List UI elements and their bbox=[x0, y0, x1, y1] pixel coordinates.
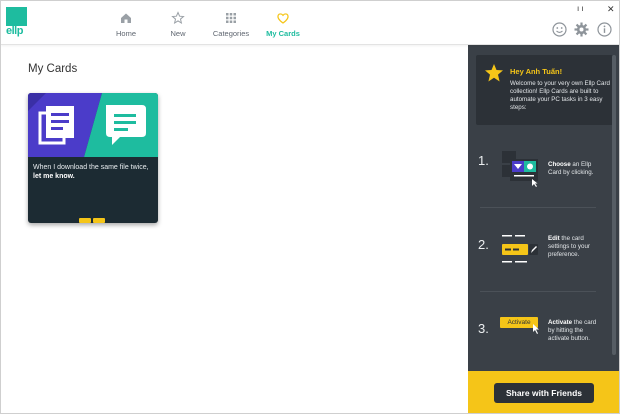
step-description: Activate the card by hitting the activat… bbox=[548, 319, 602, 343]
nav-new-label: New bbox=[170, 29, 186, 38]
step-description: Edit the card settings to your preferenc… bbox=[548, 235, 602, 259]
nav-categories-label: Categories bbox=[212, 29, 250, 38]
logo-square bbox=[6, 7, 27, 26]
step-number: 1. bbox=[478, 153, 489, 168]
card-status-indicator bbox=[79, 218, 105, 223]
close-button[interactable]: ✕ bbox=[607, 4, 615, 14]
nav-home[interactable]: Home bbox=[111, 11, 141, 38]
card-illustration bbox=[28, 93, 158, 157]
cursor-icon bbox=[533, 324, 539, 334]
greeting-body: Welcome to your very own Ellp Card colle… bbox=[510, 80, 610, 111]
top-header: ellp Home New Categories My Cards ı ı ✕ bbox=[1, 1, 619, 45]
step-1: 1. Choose an Ellp Card by clicking. bbox=[476, 145, 601, 225]
card-text-prefix: When I download the same file twice, bbox=[33, 164, 149, 171]
nav-my-cards-label: My Cards bbox=[266, 29, 300, 38]
card-description: When I download the same file twice, let… bbox=[33, 163, 155, 181]
panel-scrollbar[interactable] bbox=[612, 55, 616, 355]
share-with-friends-button[interactable]: Share with Friends bbox=[494, 383, 594, 403]
divider bbox=[480, 291, 596, 292]
smiley-icon[interactable] bbox=[552, 22, 567, 37]
divider bbox=[480, 207, 596, 208]
card-text-bold: let me know. bbox=[33, 173, 75, 180]
nav-home-label: Home bbox=[115, 29, 136, 38]
nav-new[interactable]: New bbox=[163, 11, 193, 38]
edit-settings-icon bbox=[502, 235, 538, 263]
indicator-dot bbox=[79, 218, 91, 223]
step-verb: Edit bbox=[548, 235, 560, 242]
activate-illustration: Activate bbox=[500, 317, 542, 334]
choose-card-icon bbox=[502, 151, 538, 187]
star-icon bbox=[485, 64, 503, 82]
nav-my-cards[interactable]: My Cards bbox=[264, 11, 302, 38]
step-2: 2. Edit the card settings to your prefer… bbox=[476, 225, 601, 305]
nav-categories[interactable]: Categories bbox=[207, 11, 255, 38]
step-number: 2. bbox=[478, 237, 489, 252]
step-description: Choose an Ellp Card by clicking. bbox=[548, 161, 602, 177]
logo-text: ellp bbox=[6, 25, 23, 37]
app-window: ellp Home New Categories My Cards ı ı ✕ … bbox=[0, 0, 620, 414]
ellp-logo[interactable]: ellp bbox=[6, 7, 27, 37]
greeting-box: Hey Anh Tuấn! Welcome to your very own E… bbox=[476, 55, 613, 125]
step-verb: Activate bbox=[548, 319, 573, 326]
heart-icon bbox=[277, 13, 289, 24]
minimize-button[interactable]: ı ı bbox=[577, 4, 584, 14]
ellp-card[interactable]: When I download the same file twice, let… bbox=[28, 93, 158, 223]
indicator-dot bbox=[93, 218, 105, 223]
star-outline-icon bbox=[171, 11, 185, 25]
page-title: My Cards bbox=[28, 63, 78, 75]
share-bar: Share with Friends bbox=[468, 371, 619, 413]
step-verb: Choose bbox=[548, 161, 571, 168]
onboarding-panel: Hey Anh Tuấn! Welcome to your very own E… bbox=[468, 45, 619, 413]
gear-icon[interactable] bbox=[574, 22, 589, 37]
grid-icon bbox=[226, 13, 236, 23]
info-icon[interactable] bbox=[597, 22, 612, 37]
greeting-title: Hey Anh Tuấn! bbox=[510, 67, 563, 76]
home-icon bbox=[121, 13, 131, 23]
step-number: 3. bbox=[478, 321, 489, 336]
